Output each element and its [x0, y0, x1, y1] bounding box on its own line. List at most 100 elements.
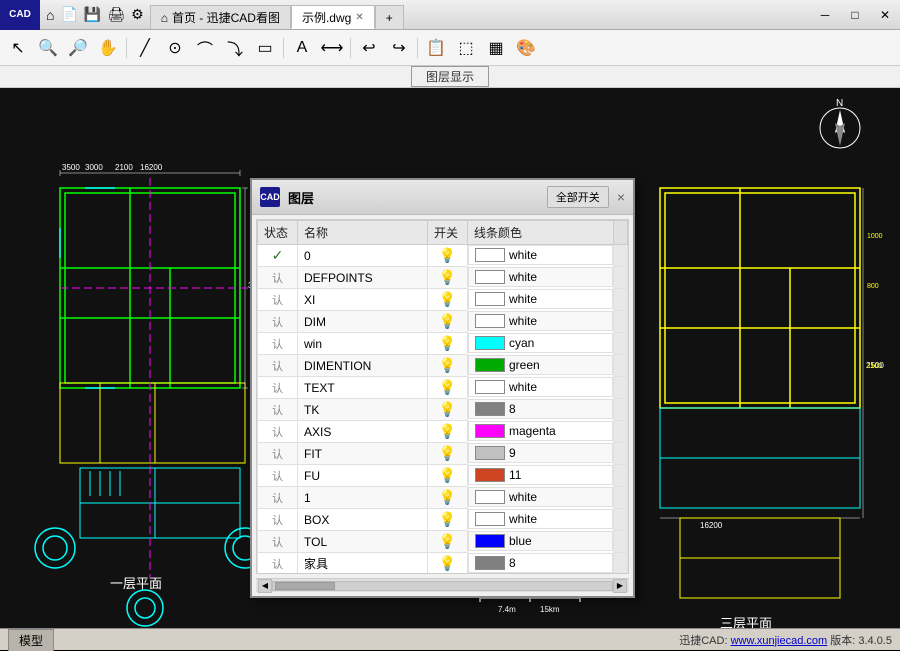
layer-name-cell[interactable]: win: [298, 333, 428, 355]
layer-color-cell[interactable]: white: [468, 311, 613, 331]
table-row[interactable]: 认FU💡11: [258, 465, 628, 487]
tool-block[interactable]: ⬚: [452, 34, 480, 62]
layer-name-cell[interactable]: DEFPOINTS: [298, 267, 428, 289]
table-row[interactable]: ✓0💡white: [258, 245, 628, 267]
scroll-right-arrow[interactable]: ▶: [613, 579, 627, 593]
website-link[interactable]: www.xunjiecad.com: [731, 635, 828, 647]
tool-dim[interactable]: ⟷: [318, 34, 346, 62]
table-row[interactable]: 认TEXT💡white: [258, 377, 628, 399]
tool-pan[interactable]: ✋: [94, 34, 122, 62]
settings-icon[interactable]: ⚙: [129, 4, 146, 25]
layer-switch-cell[interactable]: 💡: [428, 487, 468, 509]
layer-color-cell[interactable]: cyan: [468, 333, 613, 353]
layer-switch-cell[interactable]: 💡: [428, 509, 468, 531]
table-row[interactable]: 认家具💡8: [258, 553, 628, 575]
tool-arc[interactable]: ⌒: [191, 34, 219, 62]
layer-switch-cell[interactable]: 💡: [428, 267, 468, 289]
restore-button[interactable]: □: [840, 0, 870, 30]
layer-color-cell[interactable]: white: [468, 267, 613, 287]
layer-switch-cell[interactable]: 💡: [428, 421, 468, 443]
layer-color-cell[interactable]: white: [468, 245, 613, 265]
table-row[interactable]: 认DEFPOINTS💡white: [258, 267, 628, 289]
drawing-area[interactable]: 16200 32000 3500 3000 2100 一层平面: [0, 88, 900, 628]
layer-table-container[interactable]: 状态 名称 开关 线条颜色 ✓0💡white认DEFPOINTS💡white认X…: [256, 219, 629, 574]
scroll-left-arrow[interactable]: ◀: [258, 579, 272, 593]
close-button[interactable]: ✕: [870, 0, 900, 30]
tool-rect[interactable]: ▭: [251, 34, 279, 62]
layer-color-cell[interactable]: blue: [468, 531, 613, 551]
home-icon[interactable]: ⌂: [44, 5, 56, 25]
tool-gradient[interactable]: 🎨: [512, 34, 540, 62]
model-tab[interactable]: 模型: [8, 629, 54, 651]
scroll-thumb[interactable]: [275, 582, 335, 590]
layer-color-cell[interactable]: 8: [468, 399, 613, 419]
layer-color-cell[interactable]: white: [468, 509, 613, 529]
layer-switch-cell[interactable]: 💡: [428, 399, 468, 421]
layer-color-cell[interactable]: white: [468, 487, 613, 507]
layer-color-cell[interactable]: white: [468, 377, 613, 397]
scroll-track[interactable]: [272, 581, 613, 591]
tool-zoom-out[interactable]: 🔎: [64, 34, 92, 62]
layer-name-cell[interactable]: FU: [298, 465, 428, 487]
table-row[interactable]: 认BOX💡white: [258, 509, 628, 531]
tool-zoom-in[interactable]: 🔍: [34, 34, 62, 62]
layer-switch-cell[interactable]: 💡: [428, 553, 468, 575]
table-row[interactable]: 认AXIS💡magenta: [258, 421, 628, 443]
print-icon[interactable]: 🖨: [105, 4, 127, 25]
table-row[interactable]: 认win💡cyan: [258, 333, 628, 355]
layer-color-cell[interactable]: green: [468, 355, 613, 375]
layer-name-cell[interactable]: AXIS: [298, 421, 428, 443]
tab-close-icon[interactable]: ✕: [355, 12, 363, 23]
layer-name-cell[interactable]: TK: [298, 399, 428, 421]
tool-layer[interactable]: 📋: [422, 34, 450, 62]
table-row[interactable]: 认XI💡white: [258, 289, 628, 311]
layer-switch-cell[interactable]: 💡: [428, 311, 468, 333]
layer-switch-cell[interactable]: 💡: [428, 245, 468, 267]
dialog-title-bar[interactable]: CAD 图层 全部开关 ×: [252, 180, 633, 215]
layer-switch-cell[interactable]: 💡: [428, 355, 468, 377]
dialog-close-button[interactable]: ×: [617, 189, 625, 205]
table-row[interactable]: 认DIM💡white: [258, 311, 628, 333]
save-icon[interactable]: 💾: [82, 4, 103, 25]
layer-name-cell[interactable]: 0: [298, 245, 428, 267]
table-row[interactable]: 认TK💡8: [258, 399, 628, 421]
layer-switch-cell[interactable]: 💡: [428, 333, 468, 355]
layer-name-cell[interactable]: DIM: [298, 311, 428, 333]
layer-switch-cell[interactable]: 💡: [428, 377, 468, 399]
tool-circle[interactable]: ⊙: [161, 34, 189, 62]
layer-name-cell[interactable]: 家具: [298, 553, 428, 575]
layer-color-cell[interactable]: white: [468, 289, 613, 309]
table-row[interactable]: 认DIMENTION💡green: [258, 355, 628, 377]
tool-hatch[interactable]: ▦: [482, 34, 510, 62]
layer-color-cell[interactable]: 8: [468, 553, 613, 573]
layer-name-cell[interactable]: XI: [298, 289, 428, 311]
layer-name-cell[interactable]: TOL: [298, 531, 428, 553]
table-row[interactable]: 认1💡white: [258, 487, 628, 509]
layer-color-cell[interactable]: 11: [468, 465, 613, 485]
tool-undo[interactable]: ↩: [355, 34, 383, 62]
layer-switch-cell[interactable]: 💡: [428, 289, 468, 311]
new-tab-button[interactable]: +: [375, 5, 404, 29]
table-row[interactable]: 认TOL💡blue: [258, 531, 628, 553]
new-icon[interactable]: 📄: [58, 4, 79, 25]
layer-switch-cell[interactable]: 💡: [428, 465, 468, 487]
layer-switch-cell[interactable]: 💡: [428, 443, 468, 465]
layer-name-cell[interactable]: FIT: [298, 443, 428, 465]
layer-name-cell[interactable]: 1: [298, 487, 428, 509]
table-row[interactable]: 认FIT💡9: [258, 443, 628, 465]
tab-home[interactable]: ⌂ 首页 - 迅捷CAD看图: [150, 5, 291, 29]
tool-redo[interactable]: ↪: [385, 34, 413, 62]
tool-text[interactable]: A: [288, 34, 316, 62]
tool-select[interactable]: ↖: [4, 34, 32, 62]
dialog-scrollbar[interactable]: ◀ ▶: [256, 578, 629, 592]
tool-line[interactable]: ╱: [131, 34, 159, 62]
layer-name-cell[interactable]: TEXT: [298, 377, 428, 399]
minimize-button[interactable]: ─: [810, 0, 840, 30]
tab-drawing[interactable]: 示例.dwg ✕: [291, 5, 375, 29]
toggle-all-button[interactable]: 全部开关: [547, 186, 609, 208]
layer-name-cell[interactable]: DIMENTION: [298, 355, 428, 377]
layer-switch-cell[interactable]: 💡: [428, 531, 468, 553]
tool-polyline[interactable]: ⤵: [221, 34, 249, 62]
layer-name-cell[interactable]: BOX: [298, 509, 428, 531]
layer-color-cell[interactable]: magenta: [468, 421, 613, 441]
